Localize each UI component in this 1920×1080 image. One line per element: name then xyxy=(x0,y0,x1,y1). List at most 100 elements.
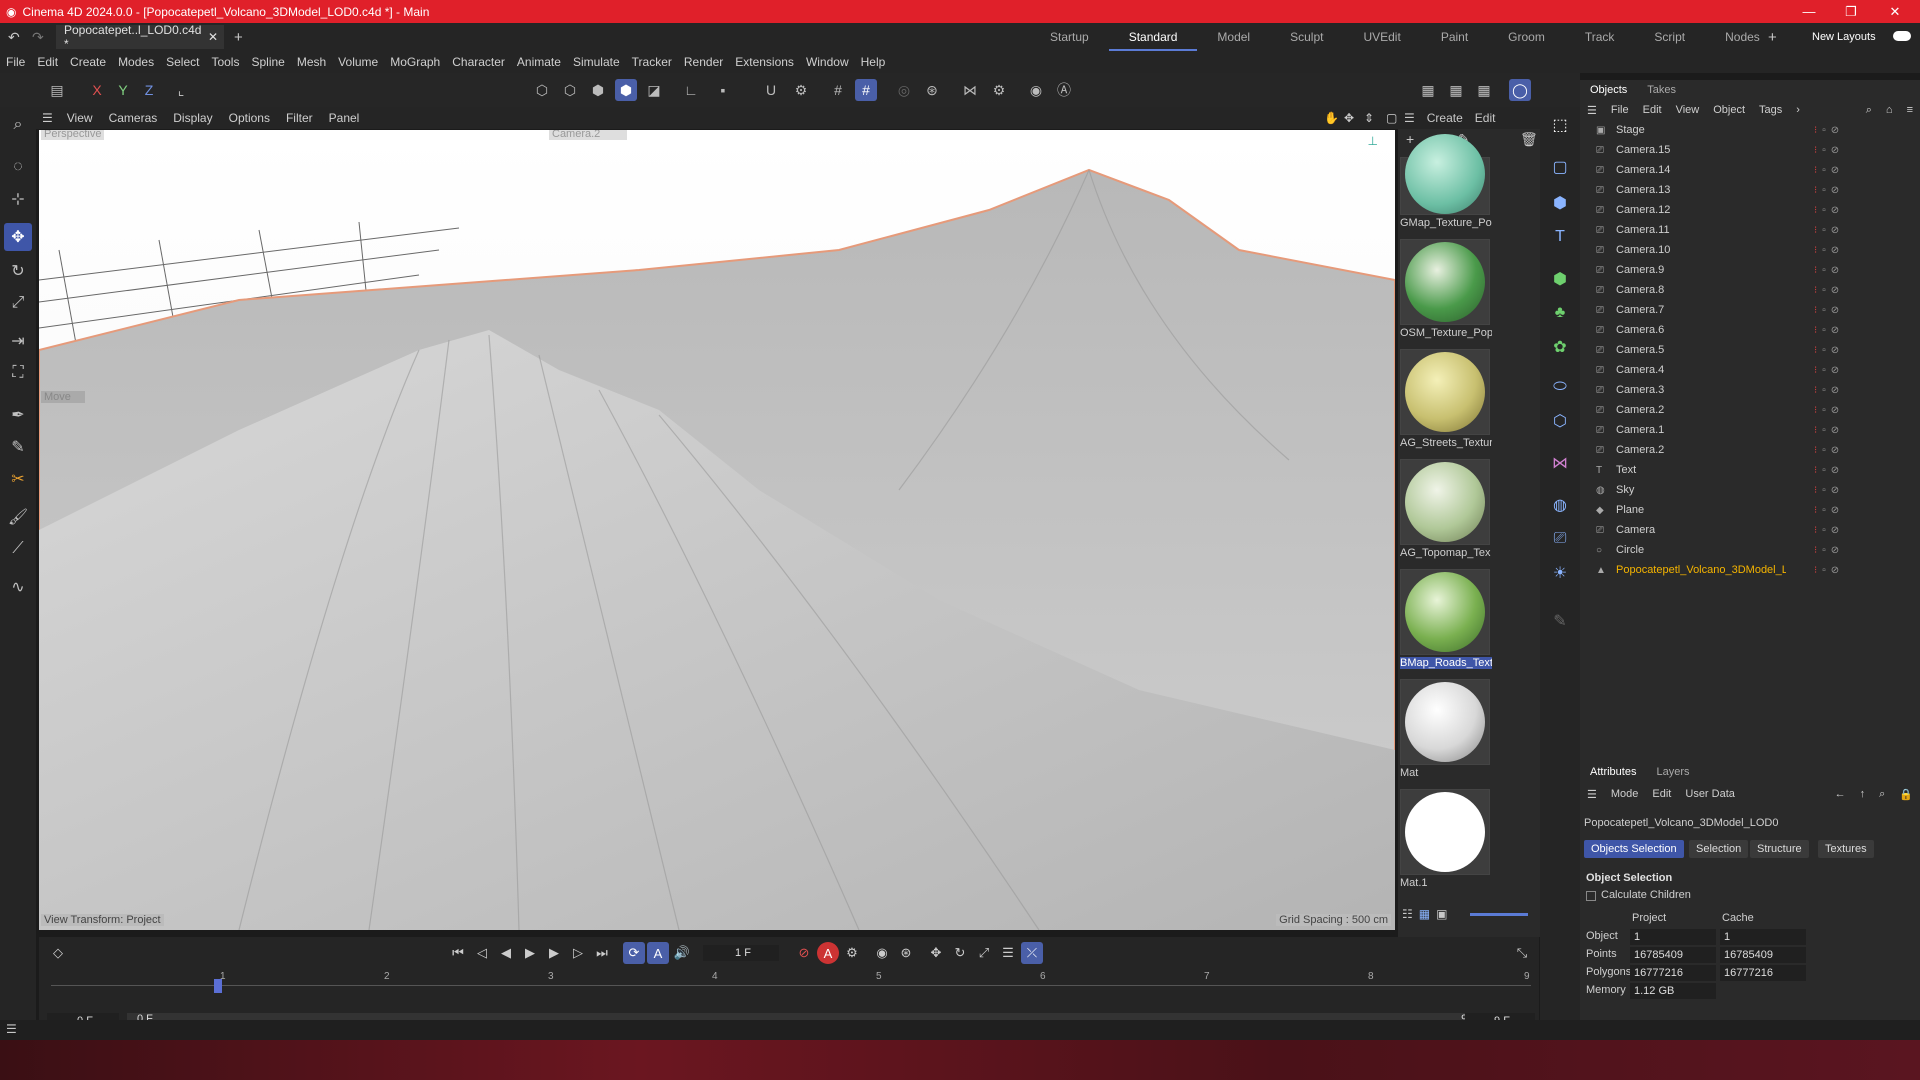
tag-icon[interactable]: ⊘ xyxy=(1831,345,1839,356)
object-flags[interactable]: ⁝ ▫ ⊘ xyxy=(1814,185,1839,196)
list-view-icon[interactable]: ☷ xyxy=(1402,907,1413,921)
visibility-dots-icon[interactable]: ⁝ xyxy=(1814,345,1817,356)
object-menu-item[interactable]: Object xyxy=(1706,104,1752,116)
motion-clip-icon[interactable]: ⊛ xyxy=(895,942,917,964)
position-key-icon[interactable]: ✥ xyxy=(925,942,947,964)
object-row[interactable]: T Text ⁝ ▫ ⊘ xyxy=(1580,460,1920,480)
next-key-icon[interactable]: ▷ xyxy=(567,942,589,964)
enable-check-icon[interactable]: ▫ xyxy=(1822,125,1826,136)
menu-item[interactable]: Render xyxy=(678,55,729,69)
tag-icon[interactable]: ⊘ xyxy=(1831,225,1839,236)
object-flags[interactable]: ⁝ ▫ ⊘ xyxy=(1814,385,1839,396)
tag-icon[interactable]: ⊘ xyxy=(1831,245,1839,256)
layout-tab[interactable]: UVEdit xyxy=(1343,30,1420,44)
lock-icon[interactable]: 🔒 xyxy=(1892,788,1920,801)
object-flags[interactable]: ⁝ ▫ ⊘ xyxy=(1814,345,1839,356)
menu-item[interactable]: Simulate xyxy=(567,55,626,69)
restore-icon[interactable]: ❐ xyxy=(1828,0,1874,23)
visibility-dots-icon[interactable]: ⁝ xyxy=(1814,145,1817,156)
magnet-icon[interactable]: U xyxy=(760,79,782,101)
motion-system-icon[interactable]: ◉ xyxy=(871,942,893,964)
document-tab[interactable]: Popocatepet..l_LOD0.c4d * ✕ xyxy=(56,23,224,51)
generator-icon[interactable]: ⬢ xyxy=(1546,265,1574,293)
symmetry-icon[interactable]: ⊛ xyxy=(921,79,943,101)
menu-item[interactable]: File xyxy=(0,55,31,69)
tag-icon[interactable]: ⊘ xyxy=(1831,185,1839,196)
close-tab-icon[interactable]: ✕ xyxy=(208,30,218,44)
viewport-menu-item[interactable]: View xyxy=(59,111,101,125)
enable-check-icon[interactable]: ▫ xyxy=(1822,245,1826,256)
object-flags[interactable]: ⁝ ▫ ⊘ xyxy=(1814,365,1839,376)
object-row[interactable]: ⎚ Camera.12 ⁝ ▫ ⊘ xyxy=(1580,200,1920,220)
material-swatch-selected[interactable]: BMap_Roads_Text xyxy=(1400,569,1492,669)
viewport-menu-item[interactable]: Panel xyxy=(321,111,368,125)
visibility-dots-icon[interactable]: ⁝ xyxy=(1814,425,1817,436)
enable-check-icon[interactable]: ▫ xyxy=(1822,165,1826,176)
chip-structure[interactable]: Structure xyxy=(1750,840,1809,858)
environment-icon[interactable]: ◍ xyxy=(1546,491,1574,519)
tag-icon[interactable]: ⊘ xyxy=(1831,145,1839,156)
object-row[interactable]: ⎚ Camera.5 ⁝ ▫ ⊘ xyxy=(1580,340,1920,360)
chip-selection[interactable]: Selection xyxy=(1689,840,1749,858)
visibility-dots-icon[interactable]: ⁝ xyxy=(1814,205,1817,216)
tag-icon[interactable]: ⊘ xyxy=(1831,445,1839,456)
enable-check-icon[interactable]: ▫ xyxy=(1822,345,1826,356)
enable-check-icon[interactable]: ▫ xyxy=(1822,505,1826,516)
preview-size-slider[interactable] xyxy=(1470,913,1528,916)
tab-takes[interactable]: Takes xyxy=(1637,84,1686,96)
chip-objects-selection[interactable]: Objects Selection xyxy=(1584,840,1684,858)
viewport-solo-icon[interactable]: ◉ xyxy=(1025,79,1047,101)
x-axis-lock[interactable]: X xyxy=(86,79,108,101)
material-swatch[interactable]: AG_Topomap_Tex xyxy=(1400,459,1492,559)
object-flags[interactable]: ⁝ ▫ ⊘ xyxy=(1814,565,1839,576)
enable-check-icon[interactable]: ▫ xyxy=(1822,425,1826,436)
object-flags[interactable]: ⁝ ▫ ⊘ xyxy=(1814,545,1839,556)
enable-check-icon[interactable]: ▫ xyxy=(1822,565,1826,576)
filter-icon[interactable]: ≡ xyxy=(1900,104,1920,116)
material-swatch[interactable]: GMap_Texture_Po xyxy=(1400,134,1492,229)
object-row[interactable]: ⎚ Camera.2 ⁝ ▫ ⊘ xyxy=(1580,400,1920,420)
point-level-icon[interactable]: ⤫ xyxy=(1021,942,1043,964)
object-row[interactable]: ⎚ Camera.4 ⁝ ▫ ⊘ xyxy=(1580,360,1920,380)
enable-check-icon[interactable]: ▫ xyxy=(1822,465,1826,476)
enable-check-icon[interactable]: ▫ xyxy=(1822,325,1826,336)
object-row[interactable]: ▣ Stage ⁝ ▫ ⊘ xyxy=(1580,120,1920,140)
add-tab-icon[interactable]: + xyxy=(234,29,243,46)
menu-item[interactable]: MoGraph xyxy=(384,55,446,69)
material-menu-item[interactable]: Create xyxy=(1421,111,1469,125)
tweak-mode-icon[interactable]: ▪ xyxy=(712,79,734,101)
move-tool-icon[interactable]: ✥ xyxy=(4,223,32,251)
object-row[interactable]: ⎚ Camera.10 ⁝ ▫ ⊘ xyxy=(1580,240,1920,260)
render-settings-icon[interactable]: ▦ xyxy=(1473,79,1495,101)
grid-view-icon[interactable]: ▦ xyxy=(1419,907,1430,921)
object-menu-icon[interactable]: ☰ xyxy=(1580,104,1604,117)
rotate-tool-icon[interactable]: ↻ xyxy=(4,257,32,285)
object-flags[interactable]: ⁝ ▫ ⊘ xyxy=(1814,425,1839,436)
menu-item[interactable]: Modes xyxy=(112,55,160,69)
axis-mode-icon[interactable]: ∟ xyxy=(680,79,702,101)
object-menu-item[interactable]: View xyxy=(1669,104,1707,116)
enable-check-icon[interactable]: ▫ xyxy=(1822,405,1826,416)
search-icon[interactable]: ⌕ xyxy=(1859,104,1879,117)
enable-check-icon[interactable]: ▫ xyxy=(1822,205,1826,216)
model-mode-icon[interactable]: ⬢ xyxy=(615,79,637,101)
layout-tab[interactable]: Groom xyxy=(1488,30,1565,44)
sketch-tool-icon[interactable]: ✎ xyxy=(4,433,32,461)
object-menu-item[interactable]: File xyxy=(1604,104,1636,116)
object-flags[interactable]: ⁝ ▫ ⊘ xyxy=(1814,125,1839,136)
enable-check-icon[interactable]: ▫ xyxy=(1822,225,1826,236)
tag-icon[interactable]: ⊘ xyxy=(1831,285,1839,296)
tag-icon[interactable]: ⊘ xyxy=(1831,425,1839,436)
menu-item[interactable]: Mesh xyxy=(291,55,332,69)
spline-pen-icon[interactable]: ✒ xyxy=(4,401,32,429)
go-to-end-icon[interactable]: ⏭ xyxy=(591,942,613,964)
tag-icon[interactable]: ⊘ xyxy=(1831,205,1839,216)
layout-tab[interactable]: Sculpt xyxy=(1270,30,1343,44)
redo-icon[interactable]: ↷ xyxy=(32,29,44,46)
menu-item[interactable]: Help xyxy=(855,55,892,69)
object-row[interactable]: ⎚ Camera.2 ⁝ ▫ ⊘ xyxy=(1580,440,1920,460)
object-row[interactable]: ⎚ Camera ⁝ ▫ ⊘ xyxy=(1580,520,1920,540)
tag-icon[interactable]: ⊘ xyxy=(1831,265,1839,276)
key-settings-icon[interactable]: ⚙ xyxy=(841,942,863,964)
object-row[interactable]: ⎚ Camera.15 ⁝ ▫ ⊘ xyxy=(1580,140,1920,160)
